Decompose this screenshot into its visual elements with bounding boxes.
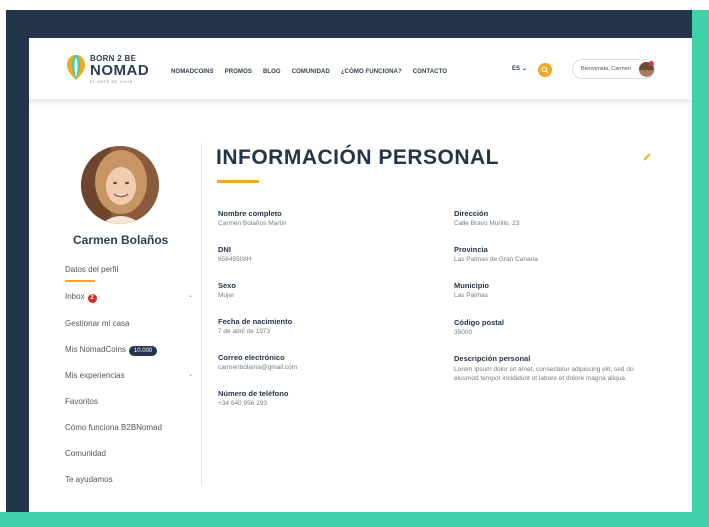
nav-item-promos[interactable]: PROMOS (225, 68, 252, 80)
nav-item-contacto[interactable]: CONTACTO (413, 68, 447, 80)
logo-text-line2: NOMAD (90, 62, 150, 79)
language-label: ES (512, 66, 521, 72)
field-value-email: carmenbolama@gmail.com (218, 364, 298, 371)
sidebar-item-label: Mis NomadCoins (65, 345, 126, 354)
sidebar-item-experiences[interactable]: Mis experiencias (65, 371, 125, 381)
nav-item-como-funciona[interactable]: ¿CÓMO FUNCIONA? (341, 68, 402, 80)
profile-photo-image (81, 146, 159, 224)
field-label-municipality: Municipio (454, 281, 489, 290)
field-label-address: Dirección (454, 209, 489, 218)
field-label-birth-date: Fecha de nacimiento (218, 317, 293, 326)
logo-tagline: EL ARTE DE VIVIR (90, 80, 133, 84)
brand-logo[interactable]: BORN 2 BE NOMAD EL ARTE DE VIVIR (66, 52, 156, 90)
sidebar-item-inbox[interactable]: Inbox 2 (65, 292, 97, 303)
sidebar-item-label: Inbox (65, 292, 85, 301)
main-nav: NOMADCOINS PROMOS BLOG COMUNIDAD ¿CÓMO F… (171, 68, 447, 80)
field-value-description: Lorem ipsum dolor sit amet, consectetur … (454, 366, 634, 382)
field-label-full-name: Nombre completo (218, 209, 282, 218)
chevron-down-icon: ⌄ (522, 66, 528, 72)
search-button[interactable] (538, 63, 552, 77)
field-value-postal-code: 35000 (454, 329, 473, 336)
search-icon (541, 66, 549, 74)
sidebar-item-favorites[interactable]: Favoritos (65, 397, 98, 407)
field-value-full-name: Carmen Bolaños Martín (218, 220, 287, 227)
nav-item-comunidad[interactable]: COMUNIDAD (292, 68, 330, 80)
field-label-email: Correo electrónico (218, 353, 285, 362)
inbox-count-badge: 2 (87, 294, 97, 303)
teal-frame-right (692, 10, 709, 527)
field-label-sex: Sexo (218, 281, 236, 290)
field-value-birth-date: 7 de abril de 1973 (218, 328, 271, 335)
field-value-sex: Mujer (218, 292, 235, 299)
site-header: BORN 2 BE NOMAD EL ARTE DE VIVIR NOMADCO… (29, 38, 692, 102)
nav-item-nomadcoins[interactable]: NOMADCOINS (171, 68, 214, 80)
chevron-down-icon[interactable]: ⌄ (188, 371, 193, 378)
user-menu-button[interactable]: Bienvenida, Carmen (572, 59, 655, 79)
teal-frame-bottom (0, 512, 709, 527)
field-value-municipality: Las Palmas (454, 292, 488, 299)
field-label-description: Descripción personal (454, 354, 531, 363)
field-label-postal-code: Código postal (454, 318, 504, 327)
language-selector[interactable]: ES ⌄ (512, 65, 527, 73)
sidebar-item-profile-data[interactable]: Datos del perfil (65, 265, 118, 275)
title-underline (217, 180, 259, 183)
notification-dot (649, 61, 654, 66)
sidebar-item-nomadcoins[interactable]: Mis NomadCoins 10.000 (65, 345, 158, 356)
sidebar-item-manage-home[interactable]: Gestionar mi casa (65, 319, 129, 329)
profile-avatar (81, 146, 159, 224)
profile-name: Carmen Bolaños (73, 233, 169, 247)
nomadcoins-badge: 10.000 (128, 346, 158, 356)
active-item-underline (65, 280, 95, 282)
sidebar-item-help[interactable]: Te ayudamos (65, 475, 113, 485)
sidebar-item-community[interactable]: Comunidad (65, 449, 106, 459)
user-greeting: Bienvenida, Carmen (581, 66, 631, 72)
nav-item-blog[interactable]: BLOG (263, 68, 281, 80)
sidebar-divider (201, 143, 202, 485)
field-label-dni: DNI (218, 245, 231, 254)
balloon-logo-icon (67, 55, 85, 80)
sidebar-item-how-it-works[interactable]: Cómo funciona B2BNomad (65, 423, 162, 433)
page-title: INFORMACIÓN PERSONAL (216, 146, 499, 169)
field-value-dni: 65849508H (218, 256, 252, 263)
pencil-edit-icon[interactable] (642, 152, 652, 162)
field-value-address: Calle Bravo Murillo, 23 (454, 220, 520, 227)
field-label-province: Provincia (454, 245, 488, 254)
field-value-phone: +34 640 956 293 (218, 400, 267, 407)
browser-window: BORN 2 BE NOMAD EL ARTE DE VIVIR NOMADCO… (29, 38, 692, 512)
field-value-province: Las Palmas de Gran Canaria (454, 256, 538, 263)
chevron-down-icon[interactable]: ⌄ (188, 292, 193, 299)
field-label-phone: Número de teléfono (218, 389, 289, 398)
